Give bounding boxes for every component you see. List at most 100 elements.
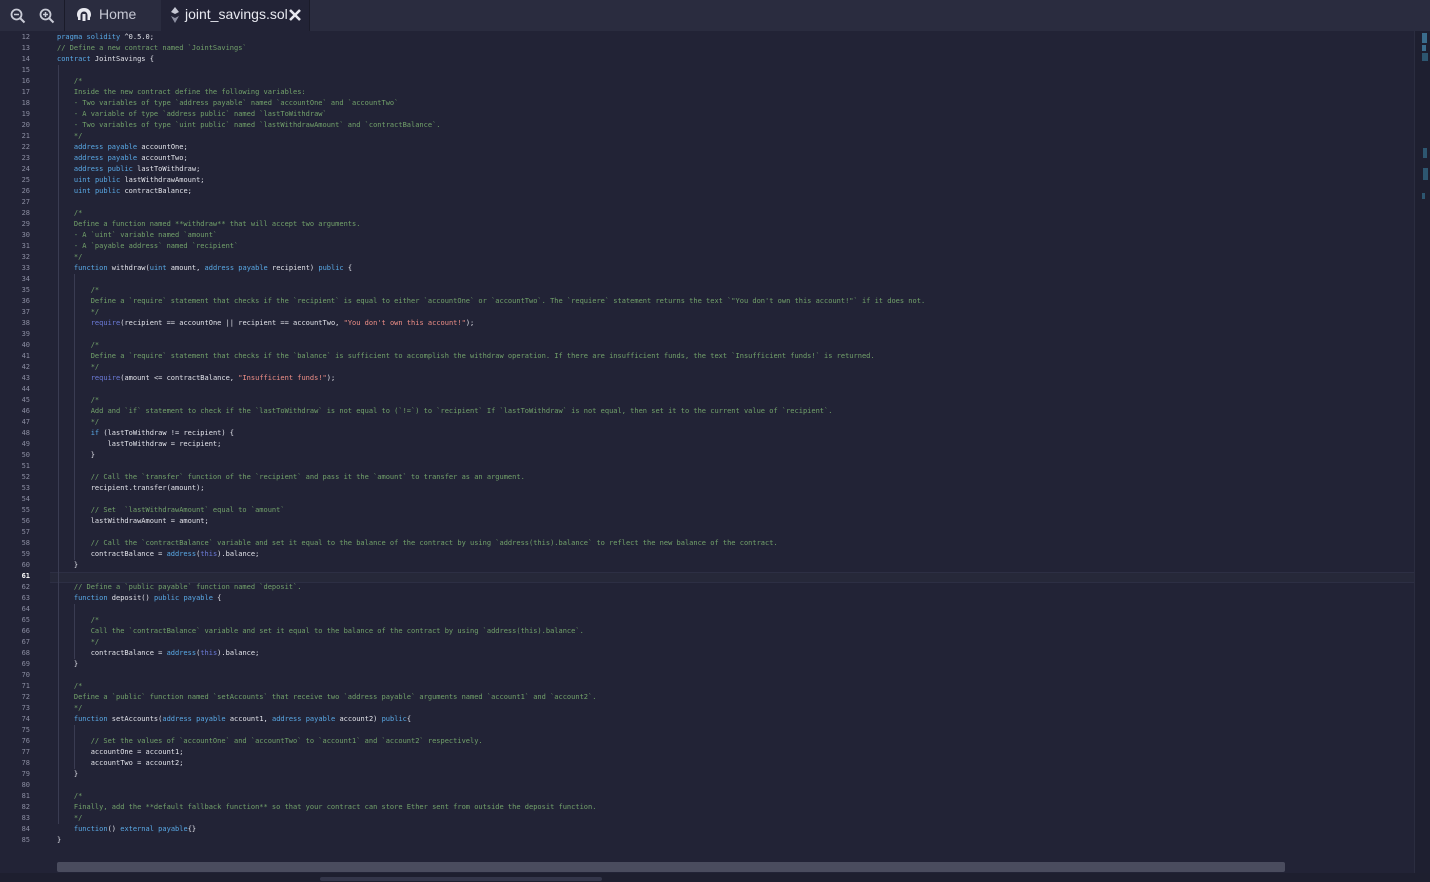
code-line[interactable]: Define a `require` statement that checks… — [57, 296, 925, 307]
code-line[interactable]: /* — [57, 395, 99, 406]
line-number: 53 — [21, 484, 30, 492]
line-number: 30 — [21, 231, 30, 239]
code-line[interactable]: uint public contractBalance; — [57, 186, 192, 197]
code-line[interactable]: */ — [57, 362, 99, 373]
code-line[interactable]: require(recipient == accountOne || recip… — [57, 318, 475, 329]
code-line[interactable]: contractBalance = address(this).balance; — [57, 648, 260, 659]
code-line[interactable]: } — [57, 450, 95, 461]
code-line[interactable]: */ — [57, 703, 82, 714]
line-number: 76 — [21, 737, 30, 745]
line-number: 71 — [21, 682, 30, 690]
tab-joint-savings-sol[interactable]: joint_savings.sol — [161, 0, 310, 31]
code-line[interactable]: } — [57, 659, 78, 670]
code-line[interactable]: accountTwo = account2; — [57, 758, 184, 769]
line-number: 77 — [21, 748, 30, 756]
line-number: 48 — [21, 429, 30, 437]
line-number: 63 — [21, 594, 30, 602]
minimap[interactable] — [1420, 33, 1430, 213]
line-number: 62 — [21, 583, 30, 591]
code-line[interactable]: - Two variables of type `address payable… — [57, 98, 399, 109]
code-line[interactable]: function withdraw(uint amount, address p… — [57, 263, 352, 274]
code-line[interactable]: */ — [57, 813, 82, 824]
line-number: 52 — [21, 473, 30, 481]
code-line[interactable]: uint public lastWithdrawAmount; — [57, 175, 205, 186]
line-number: 70 — [21, 671, 30, 679]
code-line[interactable]: Define a function named **withdraw** tha… — [57, 219, 361, 230]
panel-resize-handle[interactable] — [320, 877, 602, 881]
code-line[interactable]: */ — [57, 131, 82, 142]
code-line[interactable]: // Call the `contractBalance` variable a… — [57, 538, 778, 549]
close-icon[interactable] — [287, 7, 303, 23]
code-line[interactable]: */ — [57, 307, 99, 318]
line-number: 12 — [21, 33, 30, 41]
line-number: 33 — [21, 264, 30, 272]
code-line[interactable]: } — [57, 835, 61, 846]
code-line[interactable]: address payable accountOne; — [57, 142, 188, 153]
code-line[interactable]: function deposit() public payable { — [57, 593, 222, 604]
code-line[interactable]: address public lastToWithdraw; — [57, 164, 200, 175]
line-number: 74 — [21, 715, 30, 723]
code-line[interactable]: // Define a `public payable` function na… — [57, 582, 302, 593]
code-line[interactable]: /* — [57, 615, 99, 626]
zoom-out-icon[interactable] — [9, 7, 27, 25]
line-number: 45 — [21, 396, 30, 404]
code-line[interactable]: Add and `if` statement to check if the `… — [57, 406, 833, 417]
code-line[interactable]: accountOne = account1; — [57, 747, 184, 758]
code-line[interactable]: if (lastToWithdraw != recipient) { — [57, 428, 234, 439]
code-line[interactable]: function setAccounts(address payable acc… — [57, 714, 411, 725]
line-number: 66 — [21, 627, 30, 635]
code-line[interactable]: - A `uint` variable named `amount` — [57, 230, 217, 241]
code-line[interactable]: contractBalance = address(this).balance; — [57, 549, 260, 560]
code-line[interactable]: */ — [57, 637, 99, 648]
code-line[interactable]: recipient.transfer(amount); — [57, 483, 205, 494]
bottom-panel-bar — [0, 873, 1430, 882]
code-line[interactable]: pragma solidity ^0.5.0; — [57, 32, 154, 43]
line-number: 58 — [21, 539, 30, 547]
code-line[interactable]: /* — [57, 681, 82, 692]
code-area[interactable]: pragma solidity ^0.5.0;// Define a new c… — [57, 31, 1414, 873]
line-number: 28 — [21, 209, 30, 217]
code-line[interactable]: contract JointSavings { — [57, 54, 154, 65]
line-number: 41 — [21, 352, 30, 360]
code-line[interactable]: */ — [57, 252, 82, 263]
code-line[interactable]: address payable accountTwo; — [57, 153, 188, 164]
code-line[interactable]: Define a `public` function named `setAcc… — [57, 692, 597, 703]
code-line[interactable]: // Define a new contract named `JointSav… — [57, 43, 247, 54]
horizontal-scrollbar[interactable] — [57, 862, 1285, 872]
code-line[interactable]: // Set `lastWithdrawAmount` equal to `am… — [57, 505, 285, 516]
line-number: 69 — [21, 660, 30, 668]
code-line[interactable]: lastToWithdraw = recipient; — [57, 439, 222, 450]
zoom-in-icon[interactable] — [38, 7, 56, 25]
line-number: 85 — [21, 836, 30, 844]
code-line[interactable]: function() external payable{} — [57, 824, 196, 835]
tab-home[interactable]: Home — [64, 0, 162, 31]
code-line[interactable]: // Call the `transfer` function of the `… — [57, 472, 525, 483]
line-number: 34 — [21, 275, 30, 283]
code-line[interactable]: lastWithdrawAmount = amount; — [57, 516, 209, 527]
code-line[interactable]: */ — [57, 417, 99, 428]
code-line[interactable]: - A `payable address` named `recipient` — [57, 241, 238, 252]
line-number: 82 — [21, 803, 30, 811]
line-number: 23 — [21, 154, 30, 162]
line-number: 15 — [21, 66, 30, 74]
code-line[interactable]: /* — [57, 340, 99, 351]
code-line[interactable]: Finally, add the **default fallback func… — [57, 802, 597, 813]
line-number: 40 — [21, 341, 30, 349]
code-line[interactable]: require(amount <= contractBalance, "Insu… — [57, 373, 335, 384]
line-number: 18 — [21, 99, 30, 107]
code-line[interactable]: /* — [57, 208, 82, 219]
code-line[interactable]: - Two variables of type `uint public` na… — [57, 120, 441, 131]
code-line[interactable]: Call the `contractBalance` variable and … — [57, 626, 584, 637]
code-line[interactable]: // Set the values of `accountOne` and `a… — [57, 736, 483, 747]
code-line[interactable]: - A variable of type `address public` na… — [57, 109, 327, 120]
code-line[interactable]: } — [57, 769, 78, 780]
code-line[interactable]: Define a `require` statement that checks… — [57, 351, 875, 362]
code-line[interactable]: /* — [57, 76, 82, 87]
code-line[interactable]: Inside the new contract define the follo… — [57, 87, 306, 98]
code-line[interactable]: /* — [57, 285, 99, 296]
line-number: 16 — [21, 77, 30, 85]
line-number: 21 — [21, 132, 30, 140]
code-line[interactable]: /* — [57, 791, 82, 802]
code-line[interactable]: } — [57, 560, 78, 571]
code-editor[interactable]: 12 13 14 15 16 17 18 19 20 21 22 23 24 25 26 27 28 29 30 31… — [0, 31, 1414, 873]
